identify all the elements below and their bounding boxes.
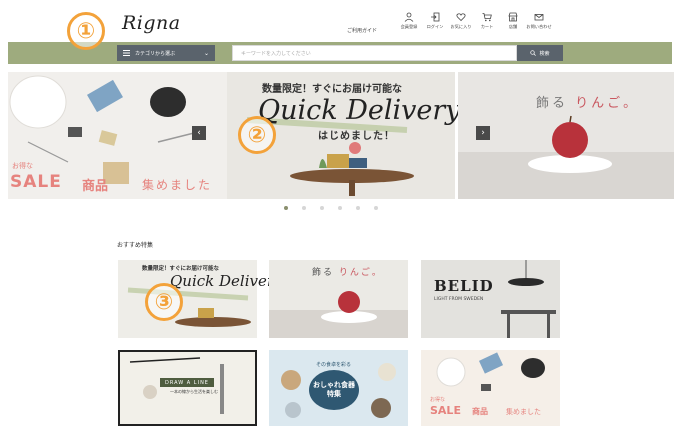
search-input[interactable]: キーワードを入力してください (232, 45, 517, 61)
slider-dot-2[interactable] (302, 206, 306, 210)
slider-dot-5[interactable] (356, 206, 360, 210)
quick-delivery-title: Quick Delivery (258, 95, 461, 126)
recommended-title: おすすめ特集 (117, 242, 154, 249)
cart-label: カート (480, 24, 494, 29)
card-quick-delivery-top: 数量限定！すぐにお届け可能な (142, 266, 220, 272)
card-draw-a-line-title: DRAW A LINE (160, 378, 214, 387)
belid-subtitle: LIGHT FROM SWEDEN (434, 297, 484, 302)
page: Rigna ご利用ガイド 会員登録 ログイン お気に入り カート 店舗 お問い合… (0, 0, 674, 426)
belid-brand: BELID (434, 277, 494, 295)
favorites-label: お気に入り (450, 24, 472, 29)
header-icon-menu: 会員登録 ログイン お気に入り カート 店舗 お問い合わせ (396, 12, 552, 30)
sale-item-text: 商品 (82, 179, 109, 194)
store-icon (508, 12, 518, 22)
login-icon (431, 12, 440, 22)
person-icon (404, 12, 414, 22)
member-register-link[interactable]: 会員登録 (396, 12, 422, 30)
site-logo[interactable]: Rigna (122, 12, 181, 34)
cart-link[interactable]: カート (474, 12, 500, 30)
search-button-label: 検索 (539, 50, 550, 57)
slider-dots (284, 206, 378, 210)
apple-slide-text: 飾る りんご。 (536, 92, 639, 111)
card-sale-headline: SALE (430, 404, 461, 417)
card-tableware-title-2: 特集 (327, 390, 341, 398)
slider-dot-3[interactable] (320, 206, 324, 210)
slider-prev-button[interactable]: ‹ (192, 126, 206, 140)
card-sale-item: 商品 (472, 407, 488, 416)
chevron-down-icon: ⌄ (203, 49, 209, 57)
card-apple-text-2: りんご。 (338, 268, 383, 278)
sale-collect-text: 集めました (142, 178, 213, 192)
card-sale-collect: 集めました (506, 408, 541, 416)
category-select-button[interactable]: カテゴリから選ぶ ⌄ (117, 45, 215, 61)
slider-dot-1[interactable] (284, 206, 288, 210)
heart-icon (456, 13, 466, 22)
card-tableware-title-1: おしゃれ食器 (313, 380, 355, 389)
card-tableware-top: その食卓を彩る (316, 362, 352, 368)
card-apple-text: 飾る りんご。 (312, 265, 383, 278)
search-button[interactable]: 検索 (517, 45, 563, 61)
slider-next-button[interactable]: › (476, 126, 490, 140)
store-label: 店舗 (508, 24, 518, 29)
hamburger-icon (123, 50, 130, 56)
login-label: ログイン (426, 24, 444, 29)
card-tableware-badge: おしゃれ食器 特集 (309, 370, 359, 410)
category-select-label: カテゴリから選ぶ (135, 50, 176, 57)
callout-1: ① (67, 12, 105, 50)
quick-delivery-top-text: 数量限定！すぐにお届け可能な (262, 84, 402, 95)
card-apple-text-1: 飾る (312, 268, 335, 278)
card-quick-delivery-title: Quick Delivery (170, 272, 283, 290)
contact-label: お問い合わせ (526, 24, 552, 29)
apple-slide-text-1: 飾る (536, 96, 569, 111)
sale-headline: SALE (10, 172, 62, 192)
slider-dot-6[interactable] (374, 206, 378, 210)
member-register-label: 会員登録 (400, 24, 418, 29)
callout-3: ③ (145, 283, 183, 321)
quick-delivery-subtitle: はじめました！ (318, 131, 395, 142)
apple-slide-text-2: りんご。 (575, 96, 640, 111)
search-icon (530, 50, 537, 56)
store-link[interactable]: 店舗 (500, 12, 526, 30)
feature-card-draw-a-line[interactable] (118, 350, 257, 426)
cart-icon (482, 13, 492, 22)
login-link[interactable]: ログイン (422, 12, 448, 30)
slider-dot-4[interactable] (338, 206, 342, 210)
mail-icon (534, 14, 544, 21)
card-sale-small: お得な (430, 397, 446, 403)
card-draw-a-line-sub: 一本の線から生活を楽しむ (170, 389, 218, 394)
contact-link[interactable]: お問い合わせ (526, 12, 552, 30)
favorites-link[interactable]: お気に入り (448, 12, 474, 30)
callout-2: ② (238, 116, 276, 154)
guide-link[interactable]: ご利用ガイド (347, 27, 377, 34)
sale-small-text: お得な (12, 162, 33, 170)
card-draw-a-line-image (129, 357, 224, 414)
